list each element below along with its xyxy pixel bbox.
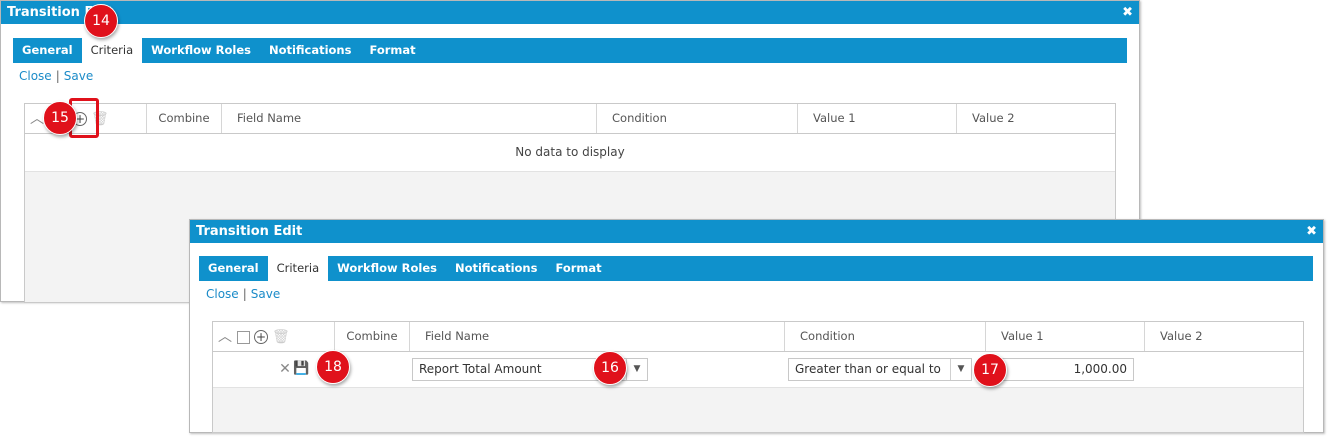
empty-grid-message: No data to display — [25, 134, 1115, 172]
tab-format[interactable]: Format — [360, 38, 424, 63]
column-value-2[interactable]: Value 2 — [1144, 322, 1303, 351]
select-all-checkbox[interactable] — [237, 330, 250, 344]
column-value-2[interactable]: Value 2 — [956, 104, 1115, 133]
dialog-titlebar: Transition Edit ✖ — [1, 1, 1139, 24]
tab-notifications[interactable]: Notifications — [446, 256, 546, 281]
link-separator: | — [55, 69, 60, 83]
tab-criteria[interactable]: Criteria — [267, 256, 329, 281]
close-link[interactable]: Close — [19, 69, 52, 83]
tab-bar: General Criteria Workflow Roles Notifica… — [199, 256, 1313, 281]
column-condition[interactable]: Condition — [784, 322, 985, 351]
value-1-input[interactable]: 1,000.00 — [989, 358, 1134, 381]
tab-notifications[interactable]: Notifications — [260, 38, 360, 63]
condition-value: Greater than or equal to — [795, 362, 941, 376]
column-condition[interactable]: Condition — [596, 104, 797, 133]
tab-format[interactable]: Format — [546, 256, 610, 281]
caret-down-icon[interactable]: ▼ — [626, 359, 647, 380]
tab-general[interactable]: General — [199, 256, 268, 281]
dialog-title: Transition Edit — [196, 224, 303, 239]
transition-edit-dialog-front: Transition Edit ✖ General Criteria Workf… — [189, 219, 1324, 433]
callout-badge-16: 16 — [593, 351, 627, 385]
callout-badge-15: 15 — [43, 101, 77, 135]
column-field-name[interactable]: Field Name — [221, 104, 596, 133]
save-link[interactable]: Save — [64, 69, 93, 83]
grid-header: ︿ + 🗑 Combine Field Name Condition Value… — [213, 322, 1303, 352]
tab-workflow-roles[interactable]: Workflow Roles — [142, 38, 260, 63]
plus-circle-icon[interactable]: + — [254, 330, 268, 344]
callout-badge-14: 14 — [84, 4, 118, 38]
chevron-up-icon[interactable]: ︿ — [217, 329, 233, 345]
caret-down-icon[interactable]: ▼ — [950, 359, 971, 380]
close-icon[interactable]: ✖ — [1306, 220, 1317, 243]
tab-criteria[interactable]: Criteria — [81, 38, 143, 63]
tab-bar: General Criteria Workflow Roles Notifica… — [13, 38, 1127, 63]
column-value-1[interactable]: Value 1 — [985, 322, 1144, 351]
close-icon[interactable]: ✖ — [1122, 1, 1133, 24]
x-icon[interactable]: ✕ — [277, 361, 293, 377]
tab-general[interactable]: General — [13, 38, 82, 63]
column-combine[interactable]: Combine — [146, 104, 221, 133]
callout-badge-17: 17 — [973, 353, 1007, 387]
callout-badge-18: 18 — [316, 350, 350, 384]
link-separator: | — [242, 287, 247, 301]
close-link[interactable]: Close — [206, 287, 239, 301]
criteria-row: ✕ 💾 Report Total Amount ▼ Greater than o… — [213, 352, 1303, 388]
floppy-disk-icon[interactable]: 💾 — [293, 361, 309, 377]
dialog-titlebar: Transition Edit ✖ — [190, 220, 1323, 243]
tab-workflow-roles[interactable]: Workflow Roles — [328, 256, 446, 281]
action-links: Close | Save — [206, 287, 280, 301]
field-name-value: Report Total Amount — [419, 362, 542, 376]
column-combine[interactable]: Combine — [334, 322, 409, 351]
grid-tools: ︿ + 🗑 — [217, 328, 290, 346]
save-link[interactable]: Save — [251, 287, 280, 301]
trash-icon[interactable]: 🗑 — [272, 329, 290, 345]
column-field-name[interactable]: Field Name — [409, 322, 784, 351]
action-links: Close | Save — [19, 69, 93, 83]
criteria-grid: ︿ + 🗑 Combine Field Name Condition Value… — [212, 321, 1304, 433]
grid-header: ︿ + 🗑 Combine Field Name Condition Value… — [25, 104, 1115, 134]
condition-combo[interactable]: Greater than or equal to ▼ — [788, 358, 972, 381]
column-value-1[interactable]: Value 1 — [797, 104, 956, 133]
